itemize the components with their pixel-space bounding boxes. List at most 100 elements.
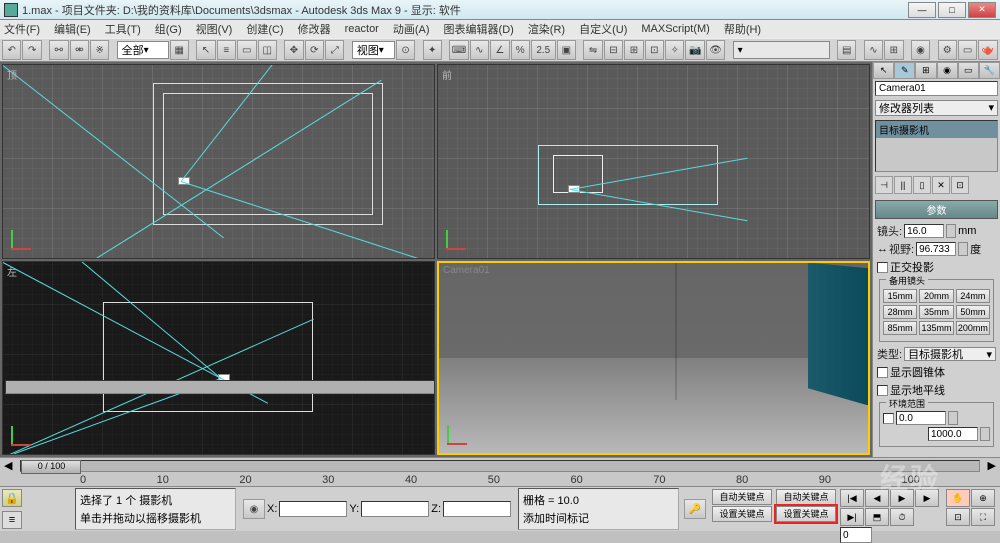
- named-selection-combo[interactable]: ▾: [733, 41, 830, 59]
- select-manipulate-button[interactable]: ✦: [423, 40, 442, 60]
- zoom-extents-icon[interactable]: ⊡: [946, 508, 970, 526]
- selection-set-combo[interactable]: 全部 ▾: [117, 41, 169, 59]
- auto-key-button-2[interactable]: 自动关键点: [776, 489, 836, 505]
- select-move-button[interactable]: ✥: [284, 40, 303, 60]
- lens-20mm-button[interactable]: 20mm: [919, 289, 953, 303]
- quick-align-button[interactable]: ⊞: [624, 40, 643, 60]
- use-pivot-button[interactable]: ⊙: [396, 40, 415, 60]
- angle-snap-button[interactable]: ∠: [490, 40, 509, 60]
- menu-modifiers[interactable]: 修改器: [298, 21, 331, 37]
- spinner[interactable]: [958, 242, 968, 256]
- y-coord-input[interactable]: [361, 501, 429, 517]
- modify-tab-icon[interactable]: ✎: [894, 62, 915, 79]
- maximize-button[interactable]: □: [938, 2, 966, 18]
- menu-help[interactable]: 帮助(H): [724, 21, 761, 37]
- pan-view-icon[interactable]: ✋: [946, 489, 970, 507]
- viewport-left[interactable]: 左: [2, 261, 435, 456]
- current-frame-input[interactable]: 0: [840, 527, 872, 543]
- auto-key-button[interactable]: 自动关键点: [712, 489, 772, 505]
- remove-modifier-icon[interactable]: ✕: [932, 176, 950, 194]
- lens-15mm-button[interactable]: 15mm: [883, 289, 917, 303]
- material-editor-button[interactable]: ◉: [911, 40, 930, 60]
- menu-reactor[interactable]: reactor: [345, 23, 379, 35]
- lens-24mm-button[interactable]: 24mm: [956, 289, 990, 303]
- maxscript-listener-icon[interactable]: ≡: [2, 511, 22, 529]
- x-coord-input[interactable]: [279, 501, 347, 517]
- align-camera-button[interactable]: 📷: [685, 40, 704, 60]
- lens-135mm-button[interactable]: 135mm: [919, 321, 953, 335]
- layer-manager-button[interactable]: ▤: [837, 40, 856, 60]
- bind-spacewarp-button[interactable]: ※: [90, 40, 109, 60]
- menu-group[interactable]: 组(G): [155, 21, 182, 37]
- far-input[interactable]: [928, 427, 978, 441]
- lens-200mm-button[interactable]: 200mm: [956, 321, 990, 335]
- refcoord-combo[interactable]: 视图 ▾: [352, 41, 395, 59]
- next-frame-icon[interactable]: ▶: [915, 489, 939, 507]
- modifier-stack[interactable]: 目标摄影机: [875, 120, 998, 172]
- object-name-field[interactable]: Camera01: [875, 81, 998, 95]
- near-input[interactable]: [896, 411, 946, 425]
- undo-button[interactable]: ↶: [2, 40, 21, 60]
- viewport-front[interactable]: 前: [437, 64, 870, 259]
- named-selset-button[interactable]: ▣: [557, 40, 576, 60]
- arc-rotate-icon[interactable]: ⊕: [971, 489, 995, 507]
- make-unique-icon[interactable]: ▯: [913, 176, 931, 194]
- percent-snap-button[interactable]: %: [511, 40, 530, 60]
- ortho-checkbox[interactable]: [877, 262, 888, 273]
- menu-create[interactable]: 创建(C): [246, 21, 283, 37]
- camera-type-combo[interactable]: 目标摄影机▾: [904, 347, 996, 361]
- create-tab-icon[interactable]: ↖: [873, 62, 894, 79]
- menu-views[interactable]: 视图(V): [196, 21, 233, 37]
- configure-sets-icon[interactable]: ⊡: [951, 176, 969, 194]
- spinner[interactable]: [946, 224, 956, 238]
- modifier-list-combo[interactable]: 修改器列表▾: [875, 100, 998, 116]
- minimize-button[interactable]: —: [908, 2, 936, 18]
- selection-lock-icon[interactable]: 🔒: [2, 489, 22, 507]
- pin-stack-icon[interactable]: ⊣: [875, 176, 893, 194]
- close-button[interactable]: ✕: [968, 2, 996, 18]
- snap-toggle-button[interactable]: ∿: [470, 40, 489, 60]
- schematic-view-button[interactable]: ⊞: [884, 40, 903, 60]
- lens-28mm-button[interactable]: 28mm: [883, 305, 917, 319]
- show-end-result-icon[interactable]: ||: [894, 176, 912, 194]
- align-button[interactable]: ⊟: [604, 40, 623, 60]
- menu-animation[interactable]: 动画(A): [393, 21, 430, 37]
- quick-render-button[interactable]: 🫖: [978, 40, 997, 60]
- curve-editor-button[interactable]: ∿: [864, 40, 883, 60]
- menu-edit[interactable]: 编辑(E): [54, 21, 91, 37]
- menu-file[interactable]: 文件(F): [4, 21, 40, 37]
- mirror-button[interactable]: ⇋: [583, 40, 602, 60]
- menu-maxscript[interactable]: MAXScript(M): [641, 23, 709, 35]
- redo-button[interactable]: ↷: [22, 40, 41, 60]
- menu-customize[interactable]: 自定义(U): [579, 21, 627, 37]
- set-key-button-2[interactable]: 设置关键点: [776, 506, 836, 522]
- menu-tools[interactable]: 工具(T): [105, 21, 141, 37]
- scrollbar[interactable]: [5, 380, 435, 394]
- show-horizon-checkbox[interactable]: [877, 385, 888, 396]
- keyboard-shortcut-button[interactable]: ⌨: [449, 40, 468, 60]
- select-region-button[interactable]: ▭: [237, 40, 256, 60]
- play-icon[interactable]: ▶: [890, 489, 914, 507]
- lens-50mm-button[interactable]: 50mm: [956, 305, 990, 319]
- display-tab-icon[interactable]: ▭: [958, 62, 979, 79]
- goto-end-icon[interactable]: ▶|: [840, 508, 864, 526]
- selection-filter-button[interactable]: ▦: [170, 40, 189, 60]
- add-time-tag[interactable]: 添加时间标记: [523, 510, 674, 526]
- fov-input[interactable]: [916, 242, 956, 256]
- rollout-header[interactable]: 参数: [875, 200, 998, 219]
- time-slider[interactable]: ◀ 0 / 100 ▶: [0, 457, 1000, 473]
- show-cone-checkbox[interactable]: [877, 367, 888, 378]
- time-config-icon[interactable]: ⏱: [890, 508, 914, 526]
- viewport-camera[interactable]: Camera01: [437, 261, 870, 456]
- modifier-item[interactable]: 目标摄影机: [876, 121, 997, 138]
- time-slider-thumb[interactable]: 0 / 100: [21, 460, 81, 474]
- normal-align-button[interactable]: ⊡: [645, 40, 664, 60]
- window-crossing-button[interactable]: ◫: [258, 40, 277, 60]
- menu-rendering[interactable]: 渲染(R): [528, 21, 565, 37]
- select-rotate-button[interactable]: ⟳: [305, 40, 324, 60]
- lens-35mm-button[interactable]: 35mm: [919, 305, 953, 319]
- link-button[interactable]: ⚯: [49, 40, 68, 60]
- render-type-button[interactable]: ▭: [958, 40, 977, 60]
- utilities-tab-icon[interactable]: 🔧: [979, 62, 1000, 79]
- lens-input[interactable]: [904, 224, 944, 238]
